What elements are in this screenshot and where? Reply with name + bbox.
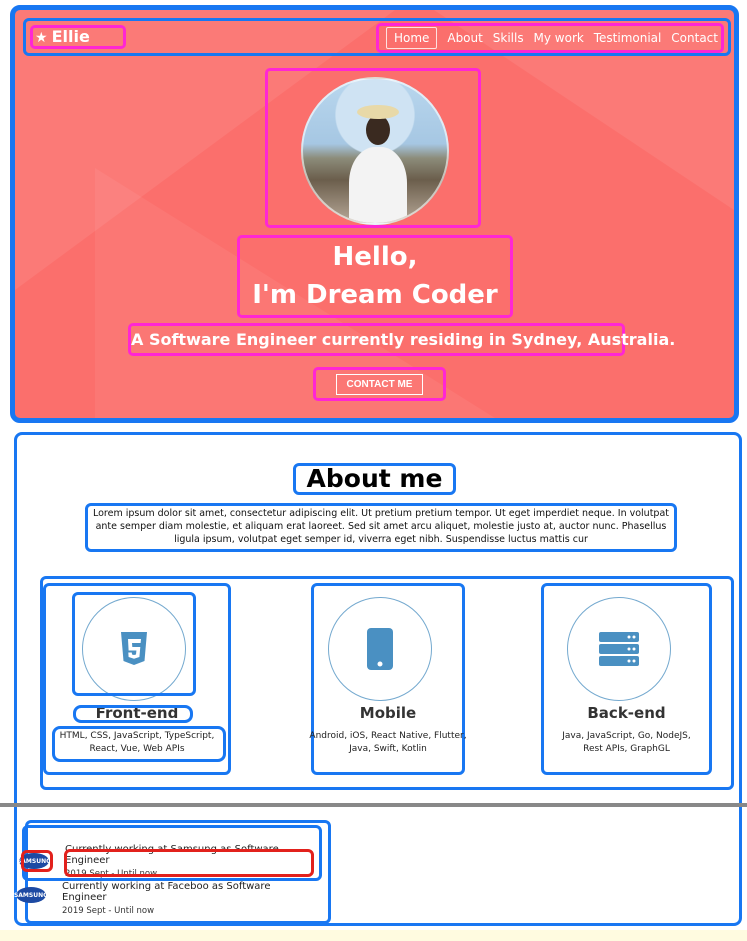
greeting-line-2: I'm Dream Coder bbox=[252, 280, 498, 310]
experience-title-frame bbox=[64, 849, 314, 877]
company-logo-frame bbox=[21, 850, 53, 872]
nav-item-skills[interactable]: Skills bbox=[493, 31, 524, 45]
skills-container: Front-end HTML, CSS, JavaScript, TypeScr… bbox=[40, 576, 734, 790]
footer-strip bbox=[0, 930, 747, 941]
skill-description: Java, JavaScript, Go, NodeJS, Rest APIs,… bbox=[562, 731, 691, 754]
experience-title: Currently working at Faceboo as Software… bbox=[62, 881, 271, 903]
skill-name: Back-end bbox=[587, 704, 666, 722]
brand-logo[interactable]: ★ Ellie bbox=[30, 25, 126, 49]
section-divider bbox=[0, 803, 747, 807]
avatar-head bbox=[366, 115, 390, 145]
skill-name-frame bbox=[73, 705, 193, 723]
cta-frame: CONTACT ME bbox=[313, 367, 446, 401]
skill-icon-circle bbox=[567, 597, 671, 701]
nav-menu: Home About Skills My work Testimonial Co… bbox=[376, 23, 724, 53]
avatar-figure bbox=[349, 147, 407, 223]
star-icon: ★ bbox=[35, 30, 48, 46]
skill-card-backend: Back-end Java, JavaScript, Go, NodeJS, R… bbox=[541, 583, 712, 775]
nav-item-my-work[interactable]: My work bbox=[534, 31, 584, 45]
skill-description: Android, iOS, React Native, Flutter, Jav… bbox=[309, 731, 467, 754]
greeting-line-1: Hello, bbox=[332, 242, 418, 272]
skill-icon-frame bbox=[72, 592, 196, 696]
skill-name: Mobile bbox=[359, 704, 417, 722]
server-icon bbox=[599, 632, 639, 666]
experience-item: SAMSUNG Currently working at Faceboo as … bbox=[14, 879, 322, 923]
avatar-hat bbox=[357, 105, 399, 119]
skill-card-frontend: Front-end HTML, CSS, JavaScript, TypeScr… bbox=[43, 583, 231, 775]
hero-section: ★ Ellie Home About Skills My work Testimo… bbox=[10, 5, 739, 423]
mobile-icon bbox=[367, 628, 393, 670]
contact-me-button[interactable]: CONTACT ME bbox=[335, 373, 424, 395]
avatar bbox=[301, 77, 449, 225]
nav-item-about[interactable]: About bbox=[447, 31, 482, 45]
experience-date: 2019 Sept - Until now bbox=[62, 906, 155, 916]
skill-card-mobile: Mobile Android, iOS, React Native, Flutt… bbox=[309, 583, 467, 775]
avatar-frame bbox=[265, 68, 481, 228]
skill-description-frame bbox=[52, 726, 226, 762]
experience-text: Currently working at Faceboo as Software… bbox=[62, 881, 314, 916]
skill-icon-circle bbox=[328, 597, 432, 701]
about-description: Lorem ipsum dolor sit amet, consectetur … bbox=[85, 503, 677, 552]
hero-greeting: Hello, I'm Dream Coder bbox=[237, 235, 513, 318]
company-logo: SAMSUNG bbox=[14, 887, 48, 903]
experience-item: SAMSUNG Currently working at Samsung as … bbox=[17, 825, 322, 881]
navbar: ★ Ellie Home About Skills My work Testimo… bbox=[23, 18, 731, 56]
nav-item-testimonial[interactable]: Testimonial bbox=[594, 31, 662, 45]
nav-item-contact[interactable]: Contact bbox=[671, 31, 718, 45]
nav-item-home[interactable]: Home bbox=[386, 27, 438, 49]
experience-list: SAMSUNG Currently working at Samsung as … bbox=[14, 820, 331, 924]
about-title: About me bbox=[293, 463, 456, 495]
brand-name: Ellie bbox=[51, 27, 90, 46]
hero-subtitle: A Software Engineer currently residing i… bbox=[128, 323, 675, 356]
